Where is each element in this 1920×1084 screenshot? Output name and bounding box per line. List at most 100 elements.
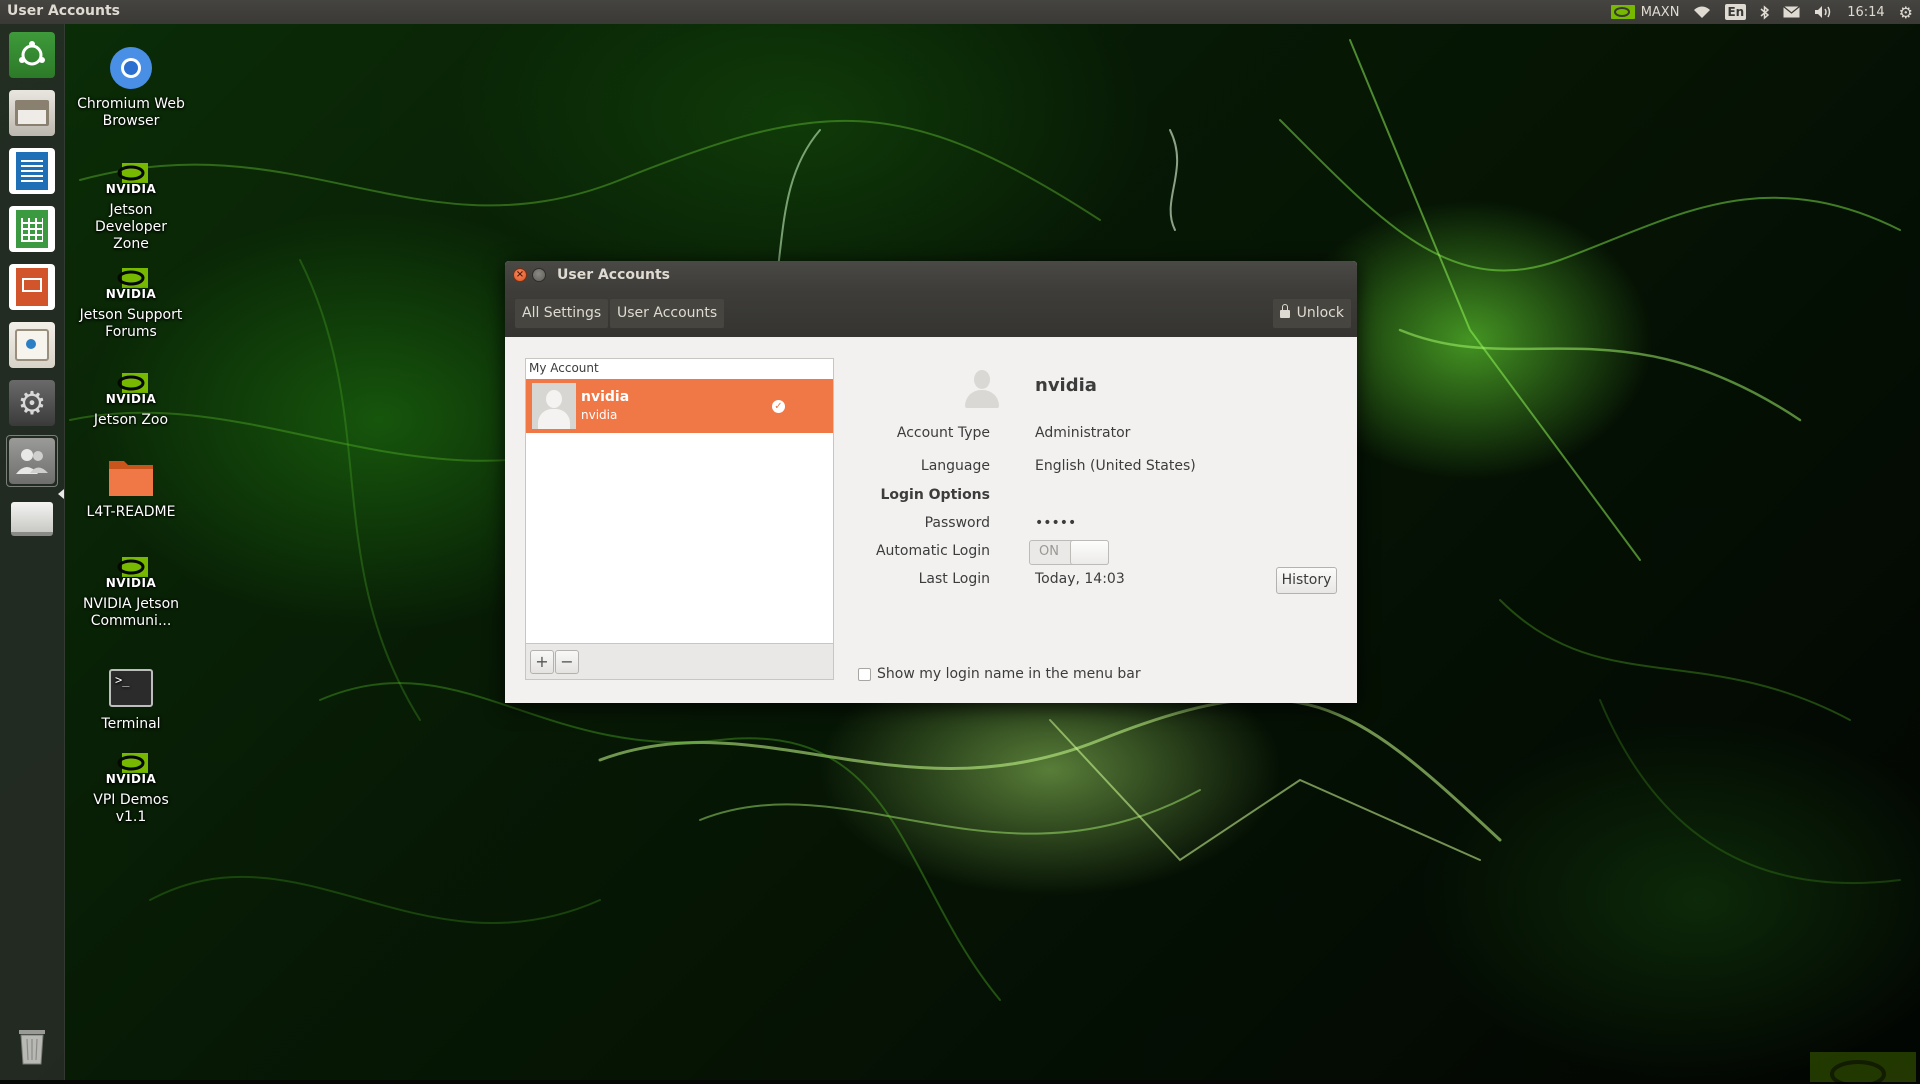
writer-launcher-button[interactable]	[6, 145, 58, 197]
nvidia-logo-icon: NVIDIA	[105, 750, 157, 788]
bluetooth-icon[interactable]	[1753, 0, 1776, 24]
close-icon: ×	[515, 269, 525, 280]
disk-launcher-button[interactable]	[6, 493, 58, 545]
login-options-heading: Login Options	[880, 487, 990, 503]
desktop-icon-label: Jetson Zoo	[93, 412, 169, 428]
nvidia-wordmark: NVIDIA	[105, 392, 157, 406]
system-settings-icon: ⚙	[9, 380, 55, 426]
close-window-button[interactable]: ×	[513, 268, 527, 282]
user-accounts-launcher-button[interactable]	[6, 435, 58, 487]
show-login-name-label: Show my login name in the menu bar	[877, 666, 1141, 682]
desktop-icon-jetson-community[interactable]: NVIDIA NVIDIA Jetson Communi...	[76, 554, 186, 630]
disk-drive-icon	[9, 496, 55, 542]
automatic-login-toggle[interactable]: ON	[1029, 540, 1109, 565]
software-center-icon	[9, 322, 55, 368]
breadcrumb-user-accounts[interactable]: User Accounts	[610, 299, 725, 328]
window-title: User Accounts	[557, 267, 670, 283]
desktop-icon-vpi-demos[interactable]: NVIDIA VPI Demos v1.1	[76, 750, 186, 826]
account-type-label: Account Type	[896, 425, 990, 441]
desktop-icon-l4t-readme[interactable]: L4T-README	[76, 452, 186, 521]
files-icon	[9, 90, 55, 136]
files-launcher-button[interactable]	[6, 87, 58, 139]
system-settings-launcher-button[interactable]: ⚙	[6, 377, 58, 429]
account-type-value[interactable]: Administrator	[1035, 425, 1130, 441]
desktop-icon-label: Chromium Web Browser	[77, 96, 185, 129]
top-panel: User Accounts MAXN En 16:14 ⚙	[0, 0, 1920, 24]
calc-launcher-button[interactable]	[6, 203, 58, 255]
remove-user-button[interactable]: −	[555, 650, 579, 674]
unlock-button[interactable]: Unlock	[1272, 299, 1351, 328]
ubuntu-dash-button[interactable]	[6, 29, 58, 81]
desktop-icon-jetson-dev-zone[interactable]: NVIDIA Jetson Developer Zone	[76, 160, 186, 253]
checkbox-box[interactable]	[858, 667, 871, 681]
nvidia-icon	[1610, 5, 1635, 19]
keyboard-layout-label: En	[1725, 4, 1747, 20]
libreoffice-impress-icon	[9, 264, 55, 310]
nvidia-logo-icon: NVIDIA	[105, 265, 157, 303]
language-label: Language	[920, 458, 990, 474]
unlock-label: Unlock	[1296, 305, 1344, 321]
system-tray: MAXN En 16:14 ⚙	[1604, 0, 1920, 24]
nvidia-logo-icon: NVIDIA	[105, 160, 157, 198]
window-titlebar[interactable]: × User Accounts	[505, 261, 1357, 289]
nvidia-wordmark: NVIDIA	[105, 576, 157, 590]
minimize-window-button[interactable]	[532, 268, 546, 282]
lock-icon	[1279, 304, 1290, 318]
terminal-icon: >_	[107, 664, 155, 712]
show-login-name-checkbox[interactable]: Show my login name in the menu bar	[858, 666, 1141, 682]
all-settings-button[interactable]: All Settings	[515, 299, 609, 328]
software-center-launcher-button[interactable]	[6, 319, 58, 371]
user-avatar-button[interactable]	[959, 364, 1005, 410]
user-fullname[interactable]: nvidia	[1035, 375, 1097, 396]
settings-toolbar: All Settings User Accounts Unlock	[505, 289, 1357, 337]
clock[interactable]: 16:14	[1840, 0, 1891, 24]
language-value[interactable]: English (United States)	[1035, 458, 1196, 474]
power-mode-label: MAXN	[1640, 4, 1680, 20]
checkmark-icon: ✓	[772, 400, 785, 413]
nvidia-logo-icon: NVIDIA	[105, 554, 157, 592]
folder-icon	[107, 452, 155, 500]
keyboard-icon[interactable]: En	[1718, 0, 1753, 24]
desktop-icon-label: Jetson Support Forums	[79, 307, 183, 340]
trash-launcher-button[interactable]	[6, 1020, 58, 1072]
list-toolbar: + −	[525, 644, 834, 680]
automatic-login-label: Automatic Login	[875, 543, 990, 559]
nvidia-logo-icon: NVIDIA	[105, 370, 157, 408]
chromium-icon	[107, 44, 155, 92]
user-list-item[interactable]: nvidia nvidia ✓	[526, 379, 833, 433]
gear-icon[interactable]: ⚙	[1892, 0, 1920, 24]
user-accounts-icon	[9, 438, 55, 484]
add-user-button[interactable]: +	[530, 650, 554, 674]
libreoffice-calc-icon	[9, 206, 55, 252]
impress-launcher-button[interactable]	[6, 261, 58, 313]
desktop-icon-label: Jetson Developer Zone	[94, 202, 167, 252]
launcher: ⚙	[0, 24, 65, 1080]
volume-icon[interactable]	[1807, 0, 1840, 24]
nvidia-wordmark: NVIDIA	[105, 182, 157, 196]
active-window-title: User Accounts	[7, 3, 120, 19]
nvidia-wordmark: NVIDIA	[105, 287, 157, 301]
last-login-label: Last Login	[918, 571, 990, 587]
user-display-name: nvidia	[581, 389, 630, 405]
list-header: My Account	[529, 361, 599, 375]
desktop-icon-label: L4T-README	[86, 504, 176, 520]
desktop-icon-chromium[interactable]: Chromium Web Browser	[76, 44, 186, 130]
password-value[interactable]: •••••	[1035, 515, 1076, 531]
nvidia-power-mode[interactable]: MAXN	[1604, 0, 1687, 24]
wifi-icon[interactable]	[1686, 0, 1718, 24]
user-accounts-window: × User Accounts All Settings User Accoun…	[505, 261, 1357, 703]
user-login-name: nvidia	[581, 408, 618, 422]
last-login-value: Today, 14:03	[1035, 571, 1125, 587]
mail-icon[interactable]	[1776, 0, 1807, 24]
desktop-icon-terminal[interactable]: >_ Terminal	[76, 664, 186, 733]
user-list: My Account nvidia nvidia ✓	[525, 358, 834, 644]
desktop-icon-jetson-forums[interactable]: NVIDIA Jetson Support Forums	[76, 265, 186, 341]
ubuntu-logo-icon	[9, 32, 55, 78]
nvidia-wordmark: NVIDIA	[105, 772, 157, 786]
history-button[interactable]: History	[1276, 567, 1337, 594]
desktop-icon-label: VPI Demos v1.1	[93, 792, 169, 825]
libreoffice-writer-icon	[9, 148, 55, 194]
toggle-knob	[1070, 540, 1109, 565]
desktop-icon-label: Terminal	[101, 716, 161, 732]
desktop-icon-jetson-zoo[interactable]: NVIDIA Jetson Zoo	[76, 370, 186, 429]
